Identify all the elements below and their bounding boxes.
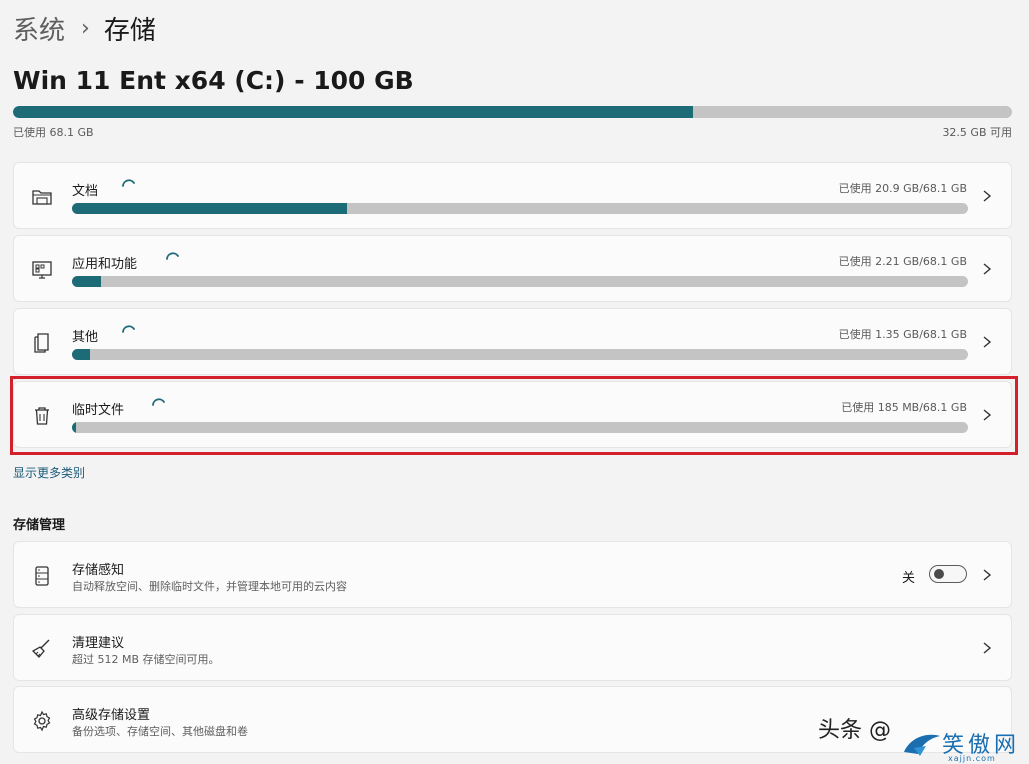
card-label: 存储感知 [72, 563, 125, 578]
category-usage-bar [72, 203, 968, 214]
drive-free-label: 32.5 GB 可用 [942, 126, 1012, 139]
chevron-right-icon [983, 569, 992, 581]
card-description: 备份选项、存储空间、其他磁盘和卷 [72, 725, 248, 738]
category-usage-bar [72, 276, 968, 287]
category-usage: 已使用 185 MB/68.1 GB [841, 401, 967, 414]
gear-icon [33, 710, 51, 732]
loading-spinner-icon [166, 252, 179, 260]
category-usage: 已使用 2.21 GB/68.1 GB [838, 255, 967, 268]
drive-usage-bar [13, 106, 1012, 118]
loading-spinner-icon [122, 179, 135, 187]
show-more-categories-link[interactable]: 显示更多类别 [13, 464, 85, 481]
watermark-text: 头条 @ [818, 718, 891, 743]
chevron-right-icon [983, 190, 992, 202]
category-card-apps[interactable]: 应用和功能 已使用 2.21 GB/68.1 GB [13, 235, 1012, 302]
storage-sense-toggle[interactable] [929, 565, 967, 583]
toggle-state-label: 关 [901, 571, 915, 586]
card-description: 自动释放空间、删除临时文件，并管理本地可用的云内容 [72, 580, 347, 593]
loading-spinner-icon [152, 398, 165, 406]
section-title-storage-management: 存储管理 [13, 518, 66, 533]
category-usage: 已使用 20.9 GB/68.1 GB [838, 182, 967, 195]
category-card-other[interactable]: 其他 已使用 1.35 GB/68.1 GB [13, 308, 1012, 375]
category-card-temp-files[interactable]: 临时文件 已使用 185 MB/68.1 GB [13, 381, 1012, 448]
card-label: 高级存储设置 [72, 708, 151, 723]
category-label: 文档 [72, 184, 99, 199]
category-usage-fill [72, 276, 101, 287]
breadcrumb-separator: › [81, 15, 90, 41]
drive-usage-fill [13, 106, 694, 118]
watermark-site: xajjn.com [948, 754, 996, 763]
category-usage-bar [72, 349, 968, 360]
folder-icon [32, 190, 52, 205]
category-usage: 已使用 1.35 GB/68.1 GB [838, 328, 967, 341]
category-label: 临时文件 [72, 403, 125, 418]
storage-sense-icon [35, 566, 49, 586]
apps-icon [32, 261, 52, 279]
trash-icon [35, 407, 49, 425]
svg-text:网: 网 [994, 733, 1016, 758]
chevron-right-icon [983, 642, 992, 654]
category-usage-fill [72, 349, 90, 360]
chevron-right-icon [983, 263, 992, 275]
card-label: 清理建议 [72, 636, 125, 651]
toggle-knob [934, 569, 944, 579]
broom-icon [31, 639, 50, 658]
loading-spinner-icon [122, 325, 135, 333]
breadcrumb: 系统 › 存储 [13, 8, 156, 48]
category-card-documents[interactable]: 文档 已使用 20.9 GB/68.1 GB [13, 162, 1012, 229]
category-usage-bar [72, 422, 968, 433]
document-stack-icon [34, 333, 49, 353]
chevron-right-icon [983, 409, 992, 421]
drive-used-label: 已使用 68.1 GB [13, 126, 94, 139]
category-usage-fill [72, 422, 76, 433]
page-title: 存储 [103, 15, 156, 46]
drive-title: Win 11 Ent x64 (C:) - 100 GB [13, 66, 414, 95]
storage-sense-card[interactable]: 存储感知 自动释放空间、删除临时文件，并管理本地可用的云内容 关 [13, 541, 1012, 608]
cleanup-recommendations-card[interactable]: 清理建议 超过 512 MB 存储空间可用。 [13, 614, 1012, 681]
category-usage-fill [72, 203, 348, 214]
chevron-right-icon [983, 336, 992, 348]
category-label: 应用和功能 [72, 257, 138, 272]
breadcrumb-parent[interactable]: 系统 [13, 10, 65, 47]
category-label: 其他 [72, 330, 99, 345]
card-description: 超过 512 MB 存储空间可用。 [72, 653, 220, 666]
